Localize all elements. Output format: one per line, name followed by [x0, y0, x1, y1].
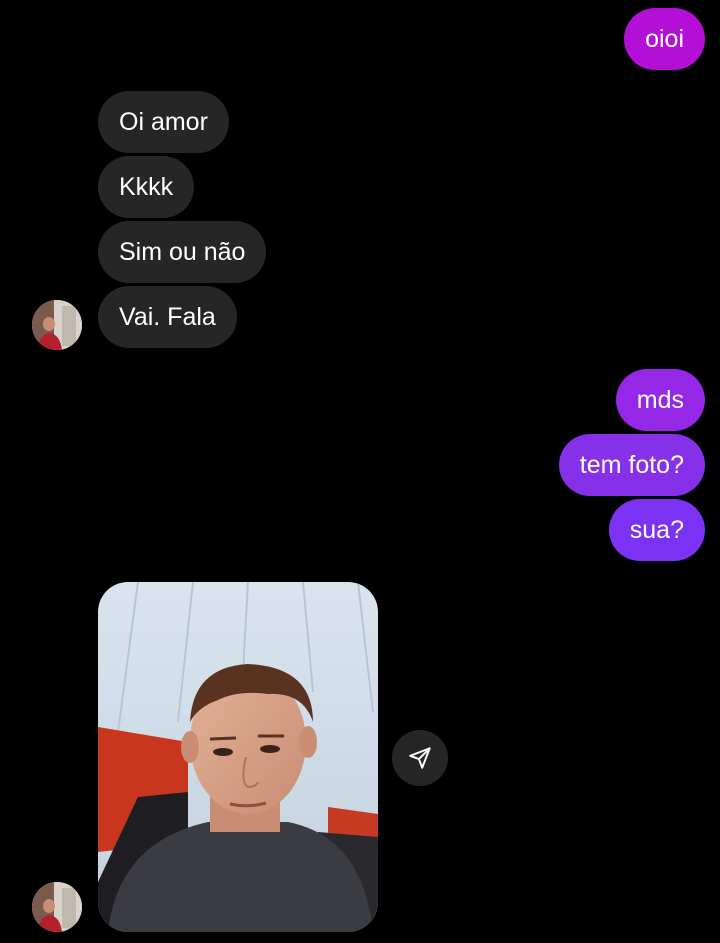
send-icon [409, 747, 431, 769]
share-photo-button[interactable] [392, 730, 448, 786]
avatar-image [32, 882, 82, 932]
message-bubble-outgoing[interactable]: sua? [608, 499, 705, 561]
message-bubble-outgoing[interactable]: oioi [624, 8, 705, 70]
message-bubble-incoming[interactable]: Vai. Fala [98, 286, 237, 348]
message-bubble-outgoing[interactable]: tem foto? [558, 434, 705, 496]
sender-avatar[interactable] [32, 300, 82, 350]
message-bubble-incoming[interactable]: Oi amor [98, 91, 229, 153]
selfie-photo [98, 582, 378, 932]
photo-message[interactable] [98, 582, 378, 932]
message-bubble-outgoing[interactable]: mds [615, 369, 705, 431]
sender-avatar[interactable] [32, 882, 82, 932]
message-bubble-incoming[interactable]: Sim ou não [98, 221, 267, 283]
message-bubble-incoming[interactable]: Kkkk [98, 156, 195, 218]
avatar-image [32, 300, 82, 350]
